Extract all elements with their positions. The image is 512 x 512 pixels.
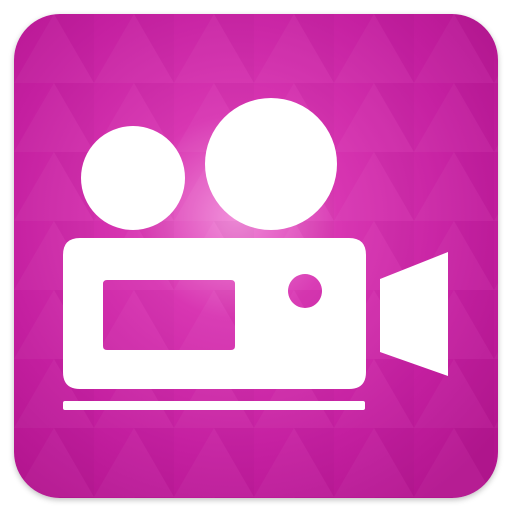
camera-base-bar	[63, 401, 365, 410]
film-reel-left	[81, 126, 185, 230]
app-icon[interactable]	[14, 14, 498, 498]
film-reel-right	[205, 98, 337, 230]
icon-canvas	[0, 0, 512, 512]
video-camera-icon	[14, 14, 498, 498]
